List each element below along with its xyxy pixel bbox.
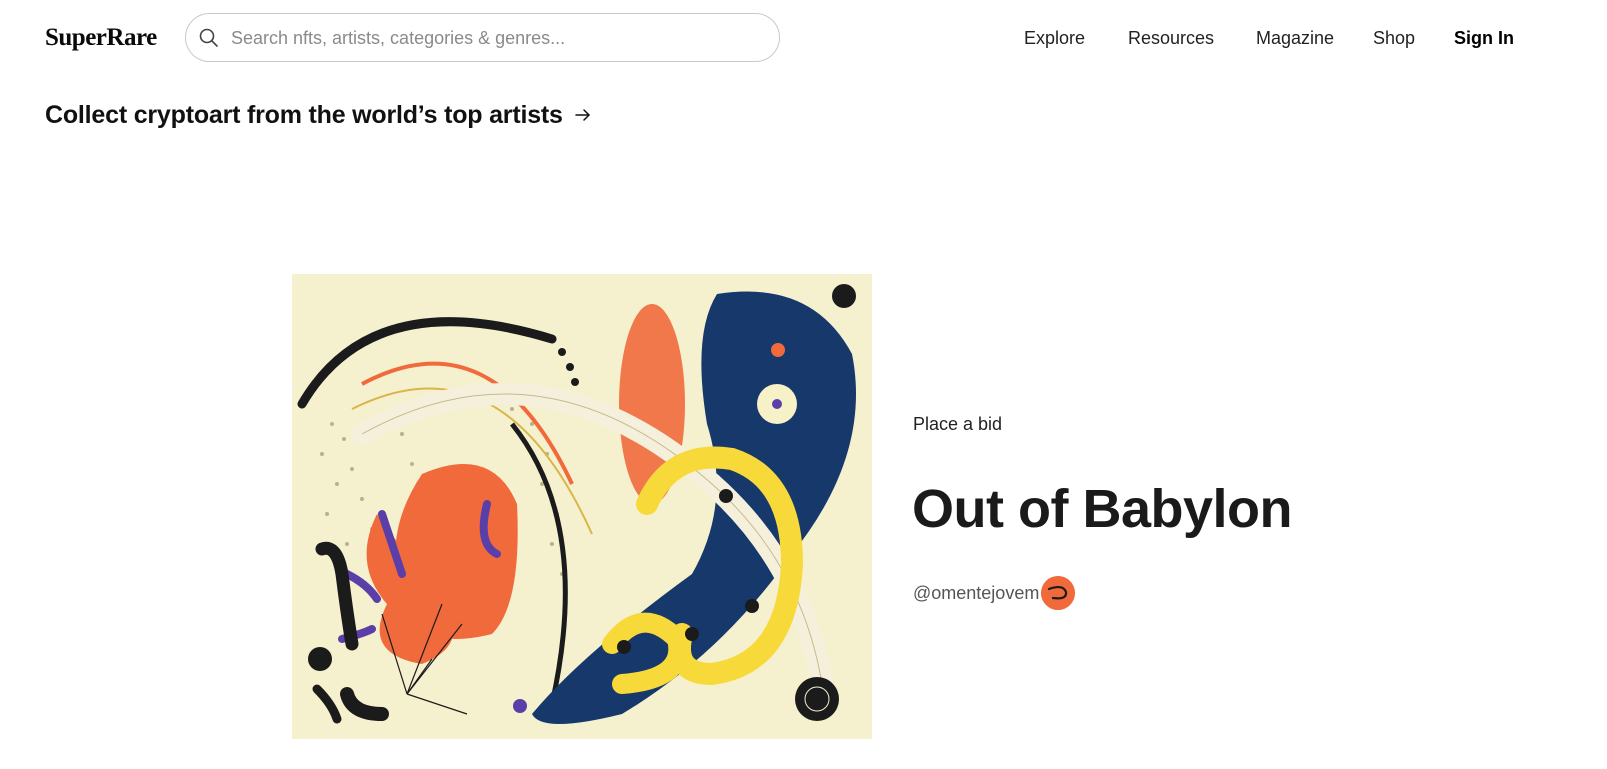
place-a-bid-label: Place a bid	[913, 414, 1003, 434]
artwork-title[interactable]: Out of Babylon	[912, 478, 1292, 540]
nav-shop[interactable]: Shop	[1373, 28, 1415, 52]
nav-magazine[interactable]: Magazine	[1256, 28, 1334, 52]
tagline-text: Collect cryptoart from the world’s top a…	[45, 100, 563, 129]
artist-avatar	[1041, 576, 1076, 610]
artist-link[interactable]: @omentejovem	[913, 576, 1076, 610]
artist-handle: @omentejovem	[913, 582, 1040, 603]
site-header: SuperRare Explore Resources Magazine Sho…	[0, 0, 1607, 78]
search-bar[interactable]	[185, 13, 780, 62]
collect-cryptoart-link[interactable]: Collect cryptoart from the world’s top a…	[45, 99, 595, 131]
superrare-logo[interactable]: SuperRare	[45, 24, 157, 52]
sign-in-link[interactable]: Sign In	[1454, 28, 1514, 52]
arrow-right-icon	[571, 103, 595, 127]
search-input[interactable]	[231, 22, 751, 54]
featured-artwork-image[interactable]	[292, 274, 872, 739]
nav-resources[interactable]: Resources	[1128, 28, 1214, 52]
search-icon	[199, 28, 218, 47]
nav-explore[interactable]: Explore	[1024, 28, 1085, 52]
